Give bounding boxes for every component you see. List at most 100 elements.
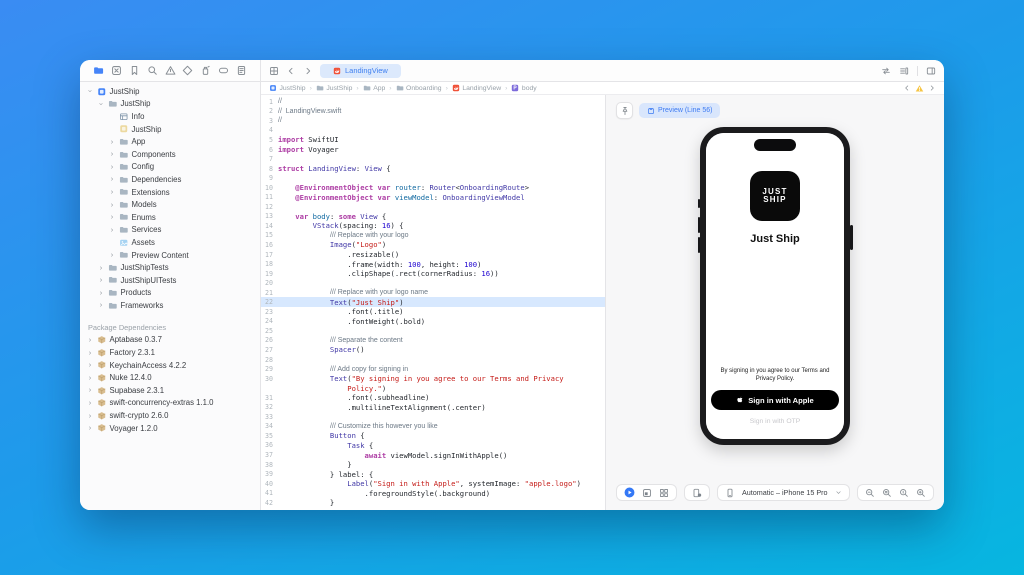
back-chevron-icon[interactable] [286,66,296,76]
zoom-in-icon[interactable] [916,488,926,498]
line-number[interactable]: 32 [261,403,278,411]
package-item[interactable]: ›Voyager 1.2.0 [80,422,260,435]
line-number[interactable]: 27 [261,346,278,354]
sign-in-with-apple-button[interactable]: Sign in with Apple [711,390,839,410]
line-number[interactable]: 22 [261,298,278,306]
line-number[interactable]: 2 [261,107,278,115]
tree-item-products[interactable]: ›Products [80,287,260,300]
disclosure-chevron[interactable]: › [108,201,116,209]
editor-grid-icon[interactable] [269,66,279,76]
code-line-39[interactable]: 39 } label: { [261,469,605,479]
breadcrumb-item[interactable]: Onboarding [396,84,442,92]
play-icon[interactable] [624,487,635,498]
line-number[interactable]: 5 [261,136,278,144]
line-number[interactable]: 36 [261,441,278,449]
tree-item-components[interactable]: ›Components [80,148,260,161]
back-chevron-icon[interactable] [903,84,911,92]
disclosure-chevron[interactable]: › [108,226,116,234]
disclosure-chevron[interactable]: › [108,188,116,196]
code-line-30[interactable]: 30 Text("By signing in you agree to our … [261,374,605,384]
line-number[interactable]: 24 [261,317,278,325]
disclosure-chevron[interactable]: › [108,138,116,146]
line-number[interactable]: 4 [261,126,278,134]
source-control-icon[interactable] [111,65,122,76]
code-line-9[interactable]: 9 [261,173,605,183]
issues-icon[interactable] [165,65,176,76]
code-line-7[interactable]: 7 [261,154,605,164]
code-line-5[interactable]: 5import SwiftUI [261,135,605,145]
line-number[interactable]: 41 [261,489,278,497]
line-number[interactable]: 15 [261,231,278,239]
line-number[interactable]: 37 [261,451,278,459]
tree-item-frameworks[interactable]: ›Frameworks [80,299,260,312]
line-number[interactable]: 35 [261,432,278,440]
tab-landingview[interactable]: LandingView [320,64,401,78]
line-number[interactable]: 25 [261,327,278,335]
line-number[interactable]: 10 [261,184,278,192]
tree-item-preview-content[interactable]: ›Preview Content [80,249,260,262]
code-line-3[interactable]: 3// [261,116,605,126]
project-navigator-icon[interactable] [93,65,104,76]
line-number[interactable]: 1 [261,98,278,106]
disclosure-chevron[interactable]: › [108,150,116,158]
line-number[interactable]: 6 [261,146,278,154]
disclosure-chevron[interactable]: › [86,349,94,357]
disclosure-chevron[interactable]: › [86,374,94,382]
breadcrumb-item[interactable]: JustShip [269,84,306,92]
disclosure-chevron[interactable]: › [108,163,116,171]
pin-preview-button[interactable] [616,102,633,119]
disclosure-chevron[interactable]: › [108,251,116,259]
package-item[interactable]: ›Supabase 2.3.1 [80,384,260,397]
code-line-42[interactable]: 42 } [261,498,605,508]
code-line-4[interactable]: 4 [261,126,605,136]
breadcrumb-item[interactable]: App [363,84,386,92]
code-line-13[interactable]: 13 var body: some View { [261,212,605,222]
forward-chevron-icon[interactable] [303,66,313,76]
code-line-18[interactable]: 18 .frame(width: 100, height: 100) [261,259,605,269]
preview-badge[interactable]: Preview (Line 56) [639,103,720,118]
zoom-out-icon[interactable] [865,488,875,498]
line-number[interactable]: 39 [261,470,278,478]
code-line-12[interactable]: 12 [261,202,605,212]
line-number[interactable]: 7 [261,155,278,163]
tree-item-models[interactable]: ›Models [80,198,260,211]
code-line-25[interactable]: 25 [261,326,605,336]
tree-item-enums[interactable]: ›Enums [80,211,260,224]
line-number[interactable]: 42 [261,499,278,507]
line-number[interactable]: 13 [261,212,278,220]
disclosure-chevron[interactable]: › [97,264,105,272]
tree-item-dependencies[interactable]: ›Dependencies [80,173,260,186]
code-line-21[interactable]: 21 /// Replace with your logo name [261,288,605,298]
code-line-22[interactable]: 22 Text("Just Ship") [261,297,605,307]
line-number[interactable]: 9 [261,174,278,182]
code-line-2[interactable]: 2// LandingView.swift [261,107,605,117]
code-line-34[interactable]: 34 /// Customize this however you like [261,422,605,432]
code-line-38[interactable]: 38 } [261,460,605,470]
tree-item-info[interactable]: Info [80,110,260,123]
tree-item-justshiptests[interactable]: ›JustShipTests [80,261,260,274]
reports-icon[interactable] [236,65,247,76]
code-line-40[interactable]: 40 Label("Sign in with Apple", systemIma… [261,479,605,489]
package-item[interactable]: ›Aptabase 0.3.7 [80,334,260,347]
package-item[interactable]: ›swift-crypto 2.6.0 [80,409,260,422]
disclosure-chevron[interactable]: › [86,336,94,344]
code-line-29[interactable]: 29 /// Add copy for signing in [261,364,605,374]
tree-item-justship[interactable]: JustShip [80,123,260,136]
code-line-wrap[interactable]: Policy.") [261,383,605,393]
disclosure-chevron[interactable]: › [97,289,105,297]
disclosure-chevron[interactable]: › [86,412,94,420]
code-editor[interactable]: 1//2// LandingView.swift3//45import Swif… [261,95,606,510]
code-line-32[interactable]: 32 .multilineTextAlignment(.center) [261,403,605,413]
package-item[interactable]: ›KeychainAccess 4.2.2 [80,359,260,372]
disclosure-chevron[interactable]: › [108,175,116,183]
code-line-8[interactable]: 8struct LandingView: View { [261,164,605,174]
disclosure-chevron[interactable]: › [86,399,94,407]
warning-icon[interactable] [915,84,924,93]
line-number[interactable]: 23 [261,308,278,316]
code-line-14[interactable]: 14 VStack(spacing: 16) { [261,221,605,231]
breadcrumb-item[interactable]: LandingView [452,84,501,92]
code-line-37[interactable]: 37 await viewModel.signInWithApple() [261,450,605,460]
line-number[interactable]: 38 [261,461,278,469]
line-number[interactable]: 17 [261,251,278,259]
device-settings-button[interactable] [684,484,710,501]
